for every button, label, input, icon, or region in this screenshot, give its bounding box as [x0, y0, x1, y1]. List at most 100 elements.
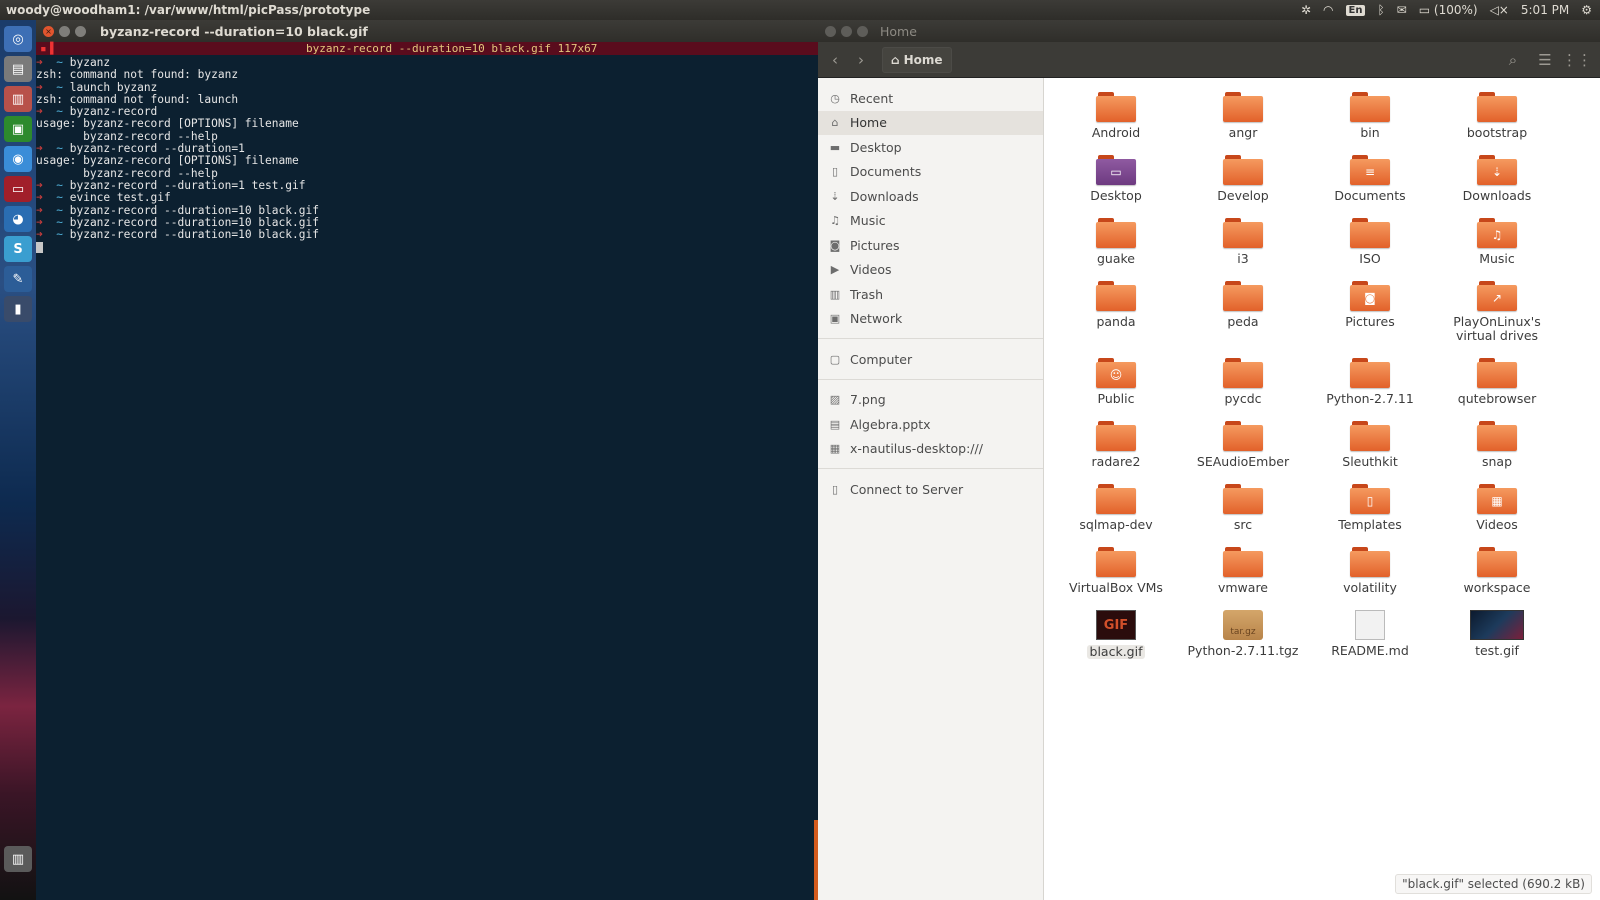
- prompt-arrow: ➜: [36, 178, 43, 192]
- grid-view-icon[interactable]: ⋮⋮: [1562, 47, 1592, 73]
- sidebar-item-documents[interactable]: ▯ Documents: [818, 160, 1043, 185]
- forward-icon[interactable]: ›: [848, 47, 874, 73]
- file-item[interactable]: tar.gz Python-2.7.11.tgz: [1180, 596, 1306, 658]
- close-icon[interactable]: ×: [43, 25, 54, 37]
- terminal-titlebar: × byzanz-record --duration=10 black.gif: [36, 20, 818, 42]
- terminal-output[interactable]: ➜ ~ byzanz zsh: command not found: byzanz…: [36, 55, 818, 254]
- close-icon[interactable]: [825, 25, 836, 37]
- file-item[interactable]: vmware: [1180, 533, 1306, 595]
- keyboard-layout-indicator[interactable]: En: [1345, 4, 1366, 16]
- search-icon[interactable]: ⌕: [1500, 47, 1526, 73]
- file-item[interactable]: ▭ Desktop: [1053, 141, 1179, 203]
- file-item[interactable]: peda: [1180, 267, 1306, 329]
- file-item[interactable]: i3: [1180, 204, 1306, 266]
- file-item[interactable]: ♫ Music: [1434, 204, 1560, 266]
- terminal-launcher-icon[interactable]: ▭: [4, 176, 32, 202]
- folder-icon: ▦: [1477, 484, 1517, 514]
- list-view-icon[interactable]: ☰: [1532, 47, 1558, 73]
- file-item[interactable]: pycdc: [1180, 344, 1306, 406]
- sidebar-item-x-nautilus-desktop[interactable]: ▦ x-nautilus-desktop:///: [818, 437, 1043, 462]
- file-item[interactable]: snap: [1434, 407, 1560, 469]
- minimize-icon[interactable]: [59, 25, 70, 37]
- sidebar-item-home[interactable]: ⌂ Home: [818, 110, 1043, 135]
- file-item[interactable]: ▯ Templates: [1307, 470, 1433, 532]
- file-item[interactable]: ☺ Public: [1053, 344, 1179, 406]
- file-item[interactable]: sqlmap-dev: [1053, 470, 1179, 532]
- file-item[interactable]: ⇣ Downloads: [1434, 141, 1560, 203]
- file-item[interactable]: angr: [1180, 78, 1306, 140]
- file-item[interactable]: bootstrap: [1434, 78, 1560, 140]
- pycharm-launcher-icon[interactable]: ▣: [4, 116, 32, 142]
- file-item[interactable]: GIF black.gif: [1053, 596, 1179, 659]
- file-item[interactable]: ≡ Documents: [1307, 141, 1433, 203]
- sidebar-item-network[interactable]: ▣ Network: [818, 307, 1043, 332]
- folder-icon: [1096, 218, 1136, 248]
- sidebar-item-downloads[interactable]: ⇣ Downloads: [818, 184, 1043, 209]
- sidebar-item-pictures[interactable]: ◙ Pictures: [818, 233, 1043, 258]
- file-item[interactable]: Android: [1053, 78, 1179, 140]
- puzzle-icon[interactable]: ✲: [1301, 3, 1311, 17]
- app-launcher-icon[interactable]: ▮: [4, 296, 32, 322]
- sidebar-item-7-png[interactable]: ▨ 7.png: [818, 388, 1043, 413]
- chrome-launcher-icon[interactable]: ◉: [4, 146, 32, 172]
- sublime-launcher-icon[interactable]: S: [4, 236, 32, 262]
- path-bar-home[interactable]: ⌂ Home: [882, 46, 952, 73]
- document-icon: ▯: [831, 165, 839, 179]
- file-item[interactable]: Sleuthkit: [1307, 407, 1433, 469]
- file-item[interactable]: test.gif: [1434, 596, 1560, 658]
- folder-icon: [1223, 421, 1263, 451]
- sidebar-item-label: Network: [850, 311, 903, 327]
- sidebar-item-algebra-pptx[interactable]: ▤ Algebra.pptx: [818, 412, 1043, 437]
- bluetooth-icon[interactable]: ᛒ: [1377, 3, 1384, 17]
- folder-emblem-icon: ☺: [1109, 368, 1123, 382]
- folder-icon: [1223, 547, 1263, 577]
- file-item[interactable]: Python-2.7.11: [1307, 344, 1433, 406]
- sidebar-item-trash[interactable]: ▥ Trash: [818, 282, 1043, 307]
- file-item[interactable]: VirtualBox VMs: [1053, 533, 1179, 595]
- file-item[interactable]: SEAudioEmber: [1180, 407, 1306, 469]
- terminal-title: byzanz-record --duration=10 black.gif: [100, 23, 368, 39]
- maximize-icon[interactable]: [857, 25, 868, 37]
- file-item[interactable]: ↗ PlayOnLinux's virtual drives: [1434, 267, 1560, 343]
- sidebar-item-desktop[interactable]: ▬ Desktop: [818, 135, 1043, 160]
- disk-launcher-icon[interactable]: ▥: [4, 86, 32, 112]
- file-item[interactable]: bin: [1307, 78, 1433, 140]
- file-item[interactable]: radare2: [1053, 407, 1179, 469]
- sidebar-item-music[interactable]: ♫ Music: [818, 209, 1043, 234]
- file-item[interactable]: ISO: [1307, 204, 1433, 266]
- file-item[interactable]: panda: [1053, 267, 1179, 329]
- folder-icon: [1477, 421, 1517, 451]
- files-launcher-icon[interactable]: ▤: [4, 56, 32, 82]
- sidebar-item-label: 7.png: [850, 392, 886, 408]
- sidebar-item-videos[interactable]: ▶ Videos: [818, 258, 1043, 283]
- file-item[interactable]: qutebrowser: [1434, 344, 1560, 406]
- battery-indicator[interactable]: ▭ (100%): [1419, 3, 1478, 17]
- file-item[interactable]: ▦ Videos: [1434, 470, 1560, 532]
- file-item[interactable]: src: [1180, 470, 1306, 532]
- trash-launcher-icon[interactable]: ▥: [4, 846, 32, 872]
- tool-launcher-icon[interactable]: ✎: [4, 266, 32, 292]
- file-item[interactable]: guake: [1053, 204, 1179, 266]
- sidebar-item-connect-to-server[interactable]: ▯ Connect to Server: [818, 477, 1043, 502]
- prompt-dir: ~: [56, 105, 63, 119]
- sidebar-separator: [818, 461, 1043, 469]
- firefox-launcher-icon[interactable]: ◕: [4, 206, 32, 232]
- folder-icon: ↗: [1477, 281, 1517, 311]
- file-item[interactable]: workspace: [1434, 533, 1560, 595]
- file-item[interactable]: volatility: [1307, 533, 1433, 595]
- sidebar-item-computer[interactable]: ▢ Computer: [818, 347, 1043, 372]
- dash-icon[interactable]: ◎: [4, 26, 32, 52]
- sidebar-item-label: Computer: [850, 351, 913, 367]
- sidebar-item-recent[interactable]: ◷ Recent: [818, 86, 1043, 111]
- maximize-icon[interactable]: [75, 25, 86, 37]
- file-item[interactable]: Develop: [1180, 141, 1306, 203]
- clock[interactable]: 5:01 PM: [1521, 3, 1569, 17]
- file-item[interactable]: README.md: [1307, 596, 1433, 658]
- back-icon[interactable]: ‹: [822, 47, 848, 73]
- file-item[interactable]: ◙ Pictures: [1307, 267, 1433, 329]
- volume-icon[interactable]: ◁×: [1490, 3, 1509, 17]
- mail-icon[interactable]: ✉: [1397, 3, 1407, 17]
- gear-icon[interactable]: ⚙: [1581, 3, 1592, 17]
- minimize-icon[interactable]: [841, 25, 852, 37]
- wifi-icon[interactable]: ◠: [1323, 3, 1333, 17]
